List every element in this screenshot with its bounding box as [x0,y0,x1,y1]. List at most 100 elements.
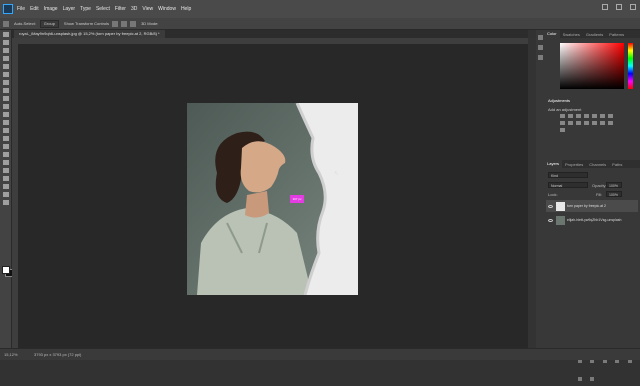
tab-gradients[interactable]: Gradients [583,32,606,37]
brush-tool-icon[interactable] [2,96,9,101]
layer-row-selected[interactable]: torn paper by freepic.at 2 [546,200,638,212]
invert-icon[interactable] [584,121,589,125]
window-controls [602,4,636,10]
layer-filter-dropdown[interactable]: Kind [548,172,588,178]
fill-label: Fill: [596,192,603,197]
zoom-tool-icon[interactable] [2,192,9,197]
type-tool-icon[interactable] [2,160,9,165]
history-brush-tool-icon[interactable] [2,112,9,117]
eye-icon[interactable] [548,218,553,222]
hand-tool-icon[interactable] [2,184,9,189]
posterize-icon[interactable] [592,121,597,125]
auto-select-label[interactable]: Auto-Select: [14,21,36,26]
foreground-color-swatch[interactable] [2,266,10,274]
adjustments-title[interactable]: Adjustments [548,98,570,103]
tab-layers[interactable]: Layers [544,160,563,168]
menu-file[interactable]: File [17,6,25,12]
pen-tool-icon[interactable] [2,152,9,157]
channel-mixer-icon[interactable] [576,121,581,125]
menu-3d[interactable]: 3D [131,6,137,12]
menu-window[interactable]: Window [158,6,176,12]
align-right-icon[interactable] [130,20,137,27]
healing-tool-icon[interactable] [2,88,9,93]
new-layer-icon[interactable] [578,377,582,381]
hue-saturation-icon[interactable] [600,114,605,118]
layer-thumbnail [556,201,565,211]
maximize-icon[interactable] [616,4,622,10]
align-left-icon[interactable] [112,20,119,27]
minimize-icon[interactable] [602,4,608,10]
brush-settings-icon[interactable] [537,45,543,50]
document-tab[interactable]: royal-_iMay9n9qh6-unsplash.jpg @ 15,2% (… [14,30,165,38]
gradient-tool-icon[interactable] [2,128,9,133]
frame-tool-icon[interactable] [2,72,9,77]
ps-logo-icon[interactable] [3,4,13,14]
move-tool-icon[interactable] [2,32,9,37]
crop-tool-icon[interactable] [2,64,9,69]
vertical-scrollbar[interactable] [528,38,536,348]
black-white-icon[interactable] [560,121,565,125]
adjustments-subtitle: Add an adjustment [548,107,582,112]
tab-color[interactable]: Color [544,30,560,38]
photo-filter-icon[interactable] [568,121,573,125]
menu-edit[interactable]: Edit [30,6,39,12]
brightness-icon[interactable] [560,114,565,118]
more-tools-icon[interactable] [2,200,9,205]
menu-type[interactable]: Type [80,6,91,12]
eye-icon[interactable] [548,204,553,208]
menu-image[interactable]: Image [44,6,58,12]
fill-input[interactable]: 100% [606,191,622,197]
threshold-icon[interactable] [600,121,605,125]
menu-help[interactable]: Help [181,6,191,12]
color-picker-field[interactable] [560,43,624,89]
layer-row[interactable]: elijah-hiett-yw9qZhb1Vsg-unsplash [546,214,638,226]
color-balance-icon[interactable] [608,114,613,118]
layer-name[interactable]: elijah-hiett-yw9qZhb1Vsg-unsplash [567,218,621,222]
history-icon[interactable] [537,35,543,40]
3d-mode-label: 3D Mode: [141,21,159,26]
path-select-tool-icon[interactable] [2,168,9,173]
document-size: 3793 px x 3793 px (72 ppi) [34,352,82,357]
dodge-tool-icon[interactable] [2,144,9,149]
photo-composite [187,103,358,295]
trash-icon[interactable] [590,377,595,381]
zoom-level[interactable]: 15,12% [4,352,18,357]
adjustment-icons [560,114,620,132]
auto-select-dropdown[interactable]: Group [39,19,59,28]
layer-name[interactable]: torn paper by freepic.at 2 [567,204,606,208]
opacity-input[interactable]: 100% [606,182,622,188]
align-center-icon[interactable] [121,20,128,27]
hue-slider[interactable] [628,43,633,89]
move-tool-icon[interactable] [3,20,9,27]
quick-select-tool-icon[interactable] [2,56,9,61]
levels-icon[interactable] [568,114,573,118]
marquee-tool-icon[interactable] [2,40,9,45]
blend-mode-dropdown[interactable]: Normal [548,182,588,188]
menu-view[interactable]: View [142,6,153,12]
tab-swatches[interactable]: Swatches [560,32,583,37]
tab-patterns[interactable]: Patterns [606,32,627,37]
vibrance-icon[interactable] [592,114,597,118]
gradient-map-icon[interactable] [608,121,613,125]
selective-color-icon[interactable] [560,128,565,132]
exposure-icon[interactable] [584,114,589,118]
curves-icon[interactable] [576,114,581,118]
tab-paths[interactable]: Paths [609,162,625,167]
close-icon[interactable] [630,4,636,10]
tab-channels[interactable]: Channels [586,162,609,167]
eyedropper-tool-icon[interactable] [2,80,9,85]
shape-tool-icon[interactable] [2,176,9,181]
eraser-tool-icon[interactable] [2,120,9,125]
tab-properties[interactable]: Properties [562,162,586,167]
transform-controls-label[interactable]: Show Transform Controls [64,21,109,26]
lasso-tool-icon[interactable] [2,48,9,53]
blur-tool-icon[interactable] [2,136,9,141]
menu-filter[interactable]: Filter [115,6,126,12]
right-panels: Color Swatches Gradients Patterns Adjust… [544,30,640,381]
menu-select[interactable]: Select [96,6,110,12]
document-image[interactable] [187,103,358,295]
stamp-tool-icon[interactable] [2,104,9,109]
info-icon[interactable] [537,55,543,60]
measurement-tooltip: 107 px [290,195,304,203]
menu-layer[interactable]: Layer [63,6,76,12]
